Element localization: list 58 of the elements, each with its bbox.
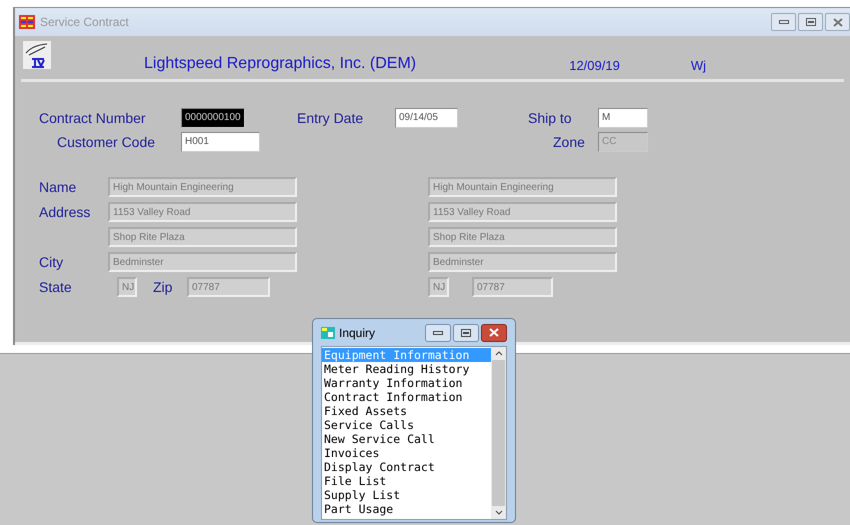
list-item[interactable]: Supply List	[322, 488, 491, 502]
field-label: Customer Code	[57, 134, 156, 150]
zip-field: 07787	[187, 277, 270, 297]
list-item[interactable]: File List	[322, 474, 491, 488]
close-icon	[489, 328, 499, 337]
list-item[interactable]: Service Calls	[322, 418, 491, 432]
close-button[interactable]	[825, 13, 850, 31]
ship-to-field[interactable]: M	[598, 108, 648, 128]
minimize-button[interactable]	[425, 324, 451, 342]
user-initials: Wj	[690, 58, 706, 73]
list-item[interactable]: Contract Information	[322, 390, 491, 404]
minimize-icon	[778, 20, 788, 24]
field-label: Address	[39, 204, 92, 220]
list-item[interactable]: Display Contract	[322, 460, 491, 474]
window-title: Inquiry	[339, 326, 376, 340]
field-label: City	[39, 254, 64, 270]
city-field: Bedminster	[108, 252, 297, 272]
company-name: Lightspeed Reprographics, Inc. (DEM)	[144, 55, 416, 73]
zip-field: 07787	[472, 277, 553, 297]
scrollbar[interactable]	[491, 347, 506, 519]
list-item[interactable]: New Service Call	[322, 432, 491, 446]
customer-code-field[interactable]: H001	[181, 132, 260, 152]
address-field: 1153 Valley Road	[108, 202, 297, 222]
grid-icon	[19, 15, 35, 29]
field-label: State	[39, 279, 73, 295]
state-field: NJ	[117, 277, 137, 297]
list-item[interactable]: Warranty Information	[322, 376, 491, 390]
maximize-button[interactable]	[453, 324, 479, 342]
city-field: Bedminster	[428, 252, 617, 272]
maximize-icon	[461, 328, 471, 336]
logo-icon	[23, 41, 51, 69]
list-item[interactable]: Part Usage	[322, 502, 491, 516]
list-item[interactable]: Meter Reading History	[322, 362, 491, 376]
close-button[interactable]	[481, 324, 507, 342]
close-icon	[832, 18, 842, 26]
name-field: High Mountain Engineering	[428, 177, 617, 197]
list-item[interactable]: Fixed Assets	[322, 404, 491, 418]
field-label: Zip	[153, 279, 174, 295]
field-label: Zone	[553, 134, 586, 150]
field-label: Name	[39, 179, 78, 195]
field-label: Entry Date	[297, 110, 364, 126]
field-label: Contract Number	[39, 110, 147, 126]
name-field: High Mountain Engineering	[108, 177, 297, 197]
address-field: 1153 Valley Road	[428, 202, 617, 222]
address-field: Shop Rite Plaza	[108, 227, 297, 247]
entry-date-field[interactable]: 09/14/05	[395, 108, 458, 128]
list-item[interactable]: Invoices	[322, 446, 491, 460]
address-field: Shop Rite Plaza	[428, 227, 617, 247]
window-icon	[321, 326, 335, 338]
minimize-button[interactable]	[771, 13, 796, 31]
maximize-button[interactable]	[798, 13, 823, 31]
current-date: 12/09/19	[569, 58, 620, 73]
field-label: Ship to	[528, 110, 573, 126]
maximize-icon	[806, 18, 816, 26]
minimize-icon	[433, 330, 443, 334]
window-title: Service Contract	[40, 15, 129, 29]
state-field: NJ	[428, 277, 449, 297]
contract-number-field[interactable]: 0000000100	[181, 108, 245, 128]
